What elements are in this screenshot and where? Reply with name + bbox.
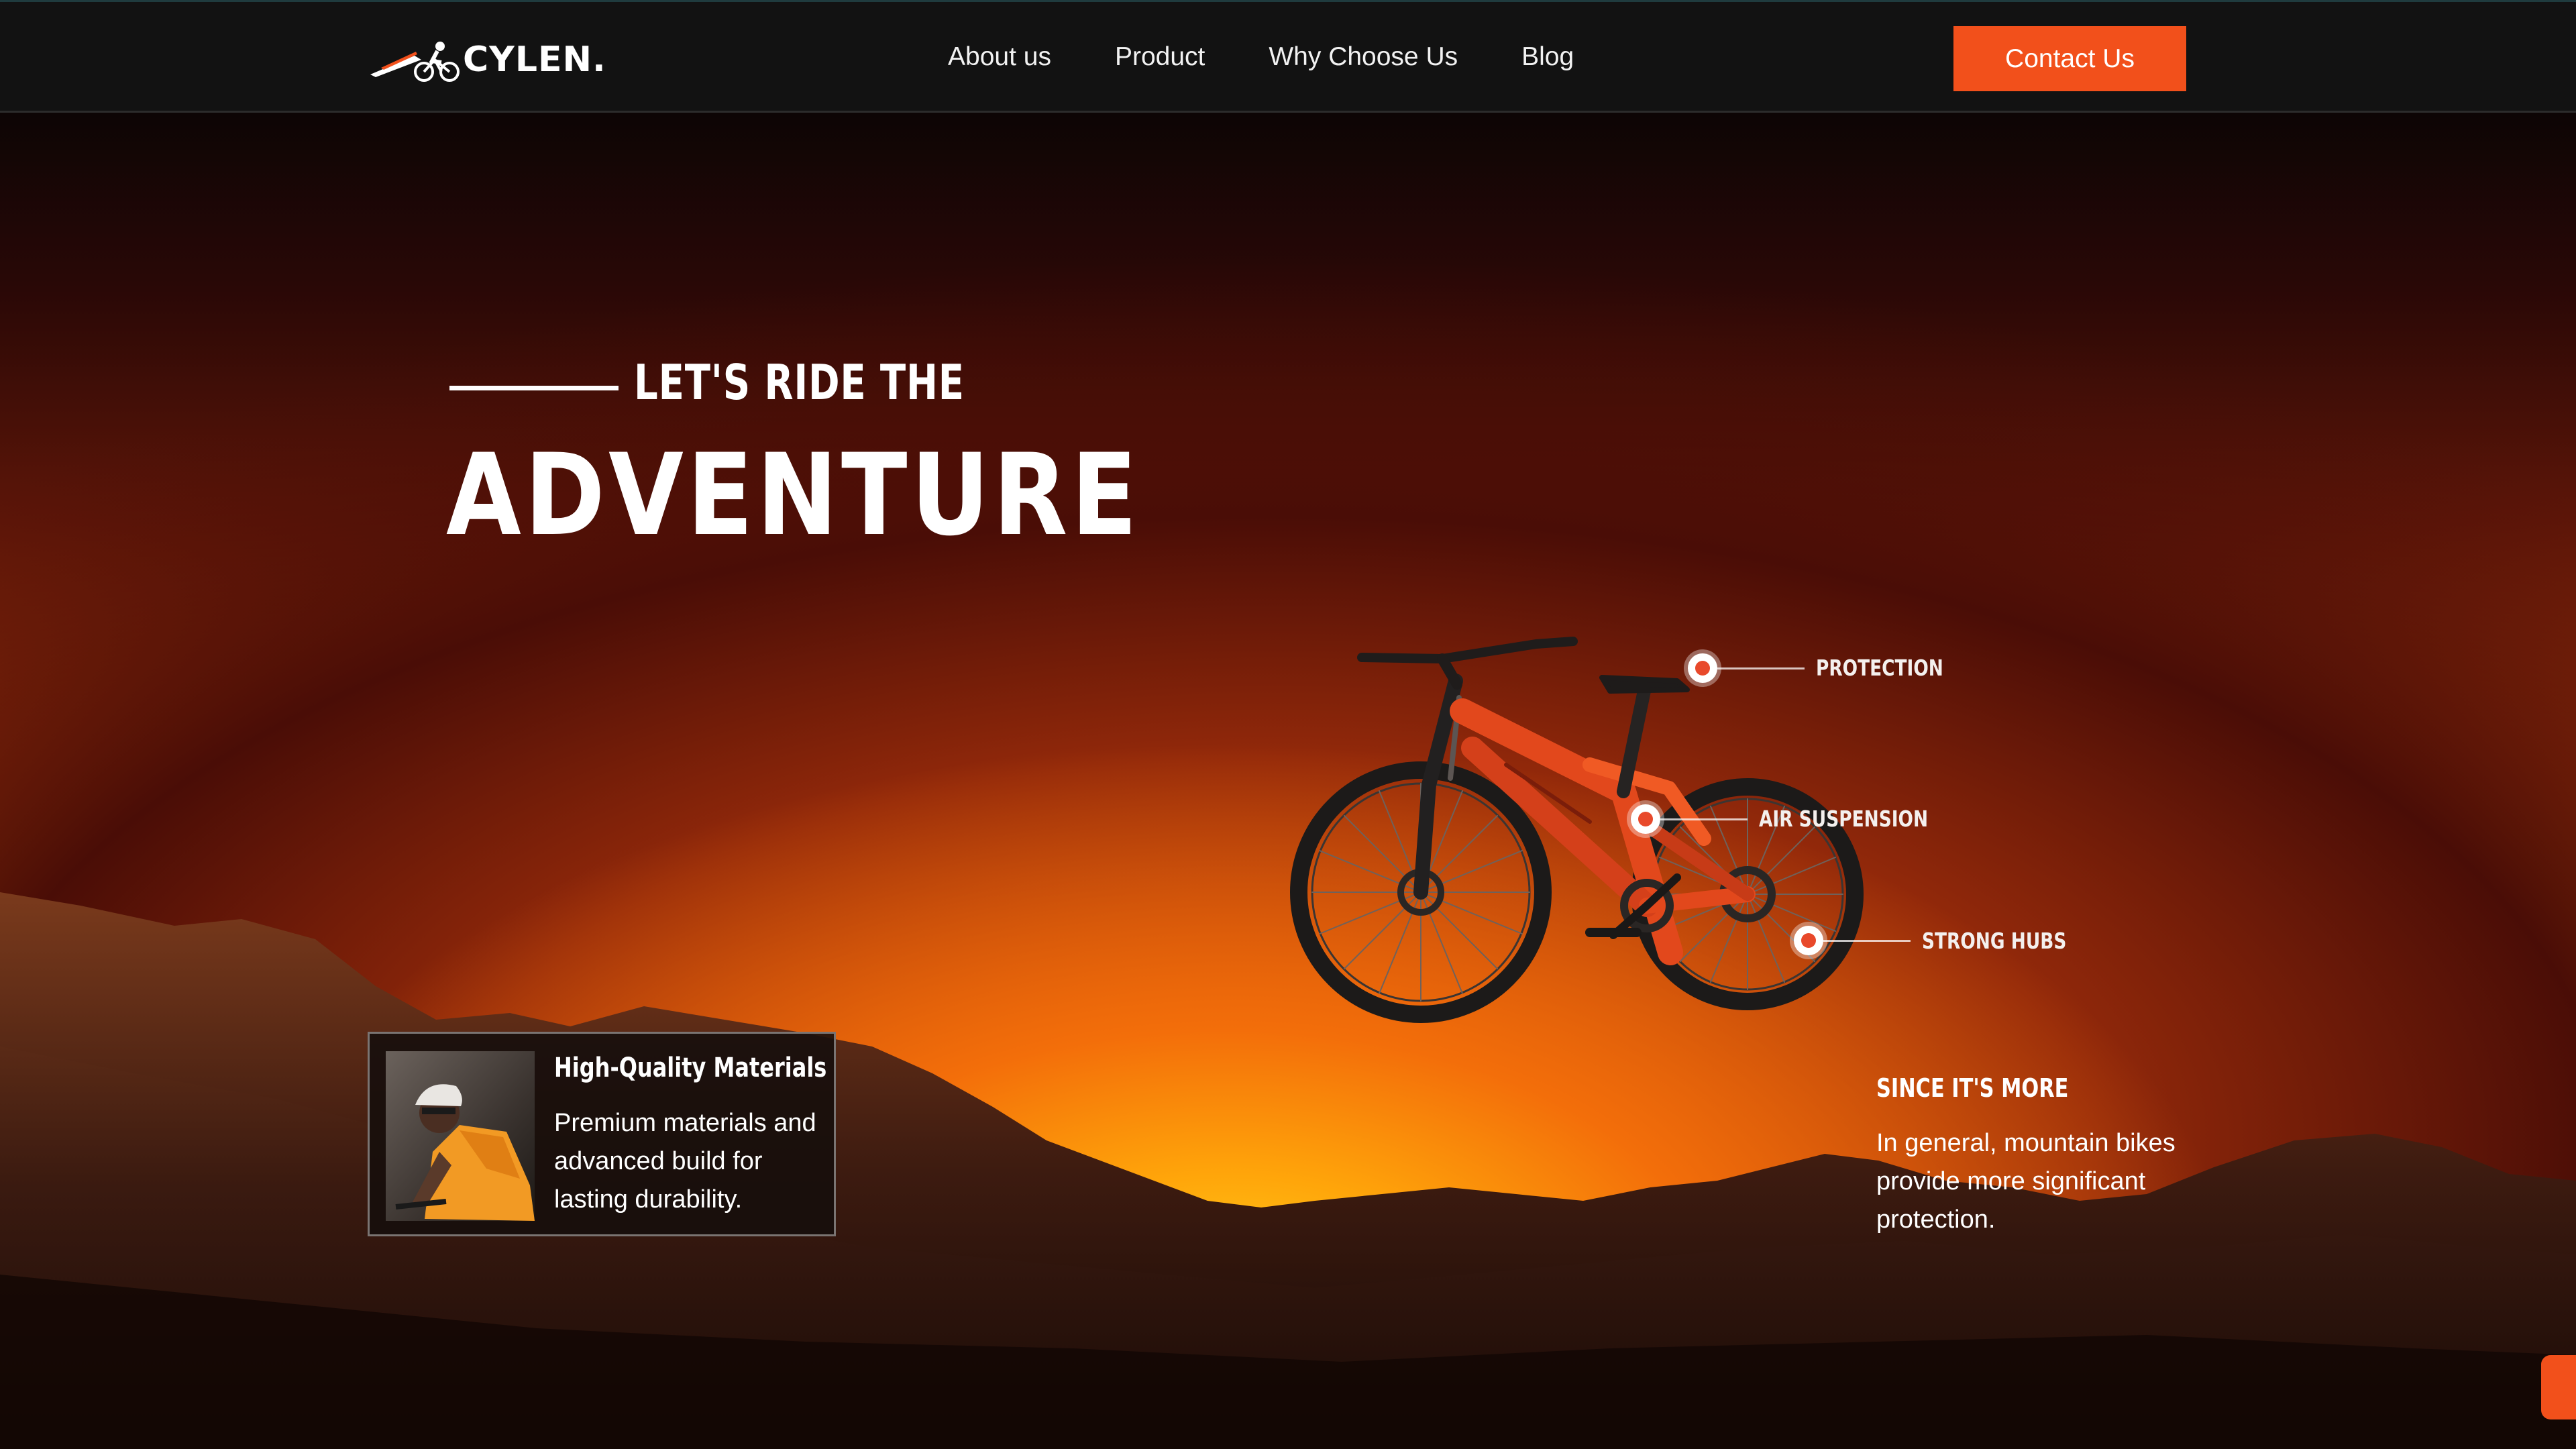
cyclist-photo xyxy=(386,1051,535,1221)
callout-strong-hubs: STRONG HUBS xyxy=(1922,928,2067,954)
feature-card-title: High-Quality Materials xyxy=(554,1053,827,1083)
hero-headline: ADVENTURE xyxy=(446,429,1141,561)
feature-card: High-Quality Materials Premium materials… xyxy=(368,1032,836,1236)
page: CYLEN. About us Product Why Choose Us Bl… xyxy=(0,0,2576,1449)
hotspot-strong-hubs[interactable] xyxy=(1794,926,1823,955)
nav-about-us[interactable]: About us xyxy=(948,42,1051,72)
since-body: In general, mountain bikes provide more … xyxy=(1876,1129,2176,1234)
hotspot-protection[interactable] xyxy=(1688,653,1717,683)
nav-product[interactable]: Product xyxy=(1115,42,1205,72)
feature-card-body: Premium materials and advanced build for… xyxy=(554,1109,816,1214)
callout-line-air-suspension xyxy=(1660,818,1748,820)
callout-line-protection xyxy=(1717,667,1805,669)
nav-why-choose-us[interactable]: Why Choose Us xyxy=(1269,42,1458,72)
callout-air-suspension: AIR SUSPENSION xyxy=(1759,806,1929,832)
contact-us-button[interactable]: Contact Us xyxy=(1953,26,2186,91)
callout-line-strong-hubs xyxy=(1823,940,1911,942)
site-header: CYLEN. About us Product Why Choose Us Bl… xyxy=(0,0,2576,113)
brand-name: CYLEN. xyxy=(463,40,606,80)
hotspot-air-suspension[interactable] xyxy=(1631,804,1660,834)
nav-blog[interactable]: Blog xyxy=(1521,42,1574,72)
hero-eyebrow: LET'S RIDE THE xyxy=(634,354,965,411)
cyclist-icon xyxy=(370,42,460,82)
floating-side-tab[interactable] xyxy=(2541,1355,2576,1419)
mountain-bike-image xyxy=(1290,637,1864,1023)
main-nav: About us Product Why Choose Us Blog xyxy=(948,42,1638,72)
callout-protection: PROTECTION xyxy=(1816,655,1943,681)
since-title: SINCE IT'S MORE xyxy=(1876,1073,2069,1103)
eyebrow-divider xyxy=(449,386,619,390)
logo[interactable]: CYLEN. xyxy=(368,33,606,87)
